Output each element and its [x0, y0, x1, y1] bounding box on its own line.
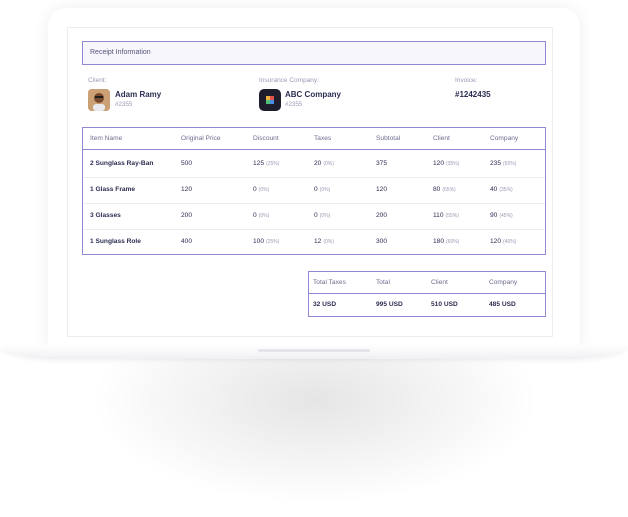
subtotal: 120	[376, 186, 388, 193]
row-divider	[83, 177, 545, 178]
original-price: 120	[181, 186, 193, 193]
header-divider	[83, 149, 545, 151]
discount: 0 (0%)	[253, 186, 270, 193]
totals-divider	[309, 293, 545, 295]
original-price: 400	[181, 238, 193, 245]
subtotal: 375	[376, 160, 388, 167]
company-share: 120 (40%)	[490, 238, 517, 245]
avatar-image	[88, 89, 110, 111]
total-taxes-value: 32 USD	[313, 301, 337, 308]
taxes: 20 (0%)	[314, 160, 334, 167]
discount: 125 (25%)	[253, 160, 280, 167]
item-name: 1 Sunglass Role	[90, 238, 141, 245]
company-share: 90 (45%)	[490, 212, 513, 219]
client-share: 180 (60%)	[433, 238, 460, 245]
insurance-label: Insurance Company:	[259, 77, 319, 84]
client-name: Adam Ramy	[115, 90, 162, 99]
row-divider	[83, 203, 545, 204]
client-total-value: 510 USD	[431, 301, 458, 308]
client-label: Client:	[88, 77, 107, 84]
header-taxes: Taxes	[314, 135, 332, 142]
receipt-title: Receipt Information	[90, 49, 151, 56]
header-client: Client	[431, 279, 448, 286]
subtotal: 200	[376, 212, 388, 219]
original-price: 500	[181, 160, 193, 167]
insurance-id: #2355	[285, 101, 303, 108]
total-value: 995 USD	[376, 301, 403, 308]
row-divider	[83, 229, 545, 230]
company-logo-icon	[266, 96, 274, 104]
item-name: 3 Glasses	[90, 212, 121, 219]
header-original-price: Original Price	[181, 135, 221, 142]
company-share: 235 (65%)	[490, 160, 517, 167]
item-name: 2 Sunglass Ray-Ban	[90, 160, 154, 167]
insurance-name: ABC Company	[285, 90, 342, 99]
header-discount: Discount	[253, 135, 279, 142]
header-subtotal: Subtotal	[376, 135, 401, 142]
laptop-base	[0, 345, 628, 359]
company-share: 40 (35%)	[490, 186, 513, 193]
header-item-name: Item Name	[90, 135, 123, 142]
header-total: Total	[376, 279, 390, 286]
invoice-label: Invoice:	[455, 77, 478, 84]
header-total-taxes: Total Taxes	[313, 279, 346, 286]
company-total-value: 485 USD	[489, 301, 516, 308]
avatar	[88, 89, 110, 111]
device-shadow	[90, 355, 540, 505]
receipt-header: Receipt Information	[82, 41, 546, 65]
items-table: Item Name Original Price Discount Taxes …	[82, 127, 546, 255]
client-share: 120 (35%)	[433, 160, 460, 167]
taxes: 0 (0%)	[314, 212, 331, 219]
taxes: 12 (0%)	[314, 238, 334, 245]
insurance-logo	[259, 89, 281, 111]
header-company: Company	[489, 279, 518, 286]
header-company: Company	[490, 135, 519, 142]
client-share: 110 (55%)	[433, 212, 459, 219]
item-name: 1 Glass Frame	[90, 186, 136, 193]
invoice-number: #1242435	[455, 90, 491, 99]
discount: 100 (25%)	[253, 238, 280, 245]
client-share: 80 (65%)	[433, 186, 456, 193]
client-id: #2355	[115, 101, 133, 108]
discount: 0 (0%)	[253, 212, 270, 219]
laptop-notch	[258, 349, 370, 352]
subtotal: 300	[376, 238, 388, 245]
header-client: Client	[433, 135, 450, 142]
taxes: 0 (0%)	[314, 186, 331, 193]
original-price: 200	[181, 212, 193, 219]
totals-table: Total Taxes Total Client Company 32 USD …	[308, 271, 546, 317]
